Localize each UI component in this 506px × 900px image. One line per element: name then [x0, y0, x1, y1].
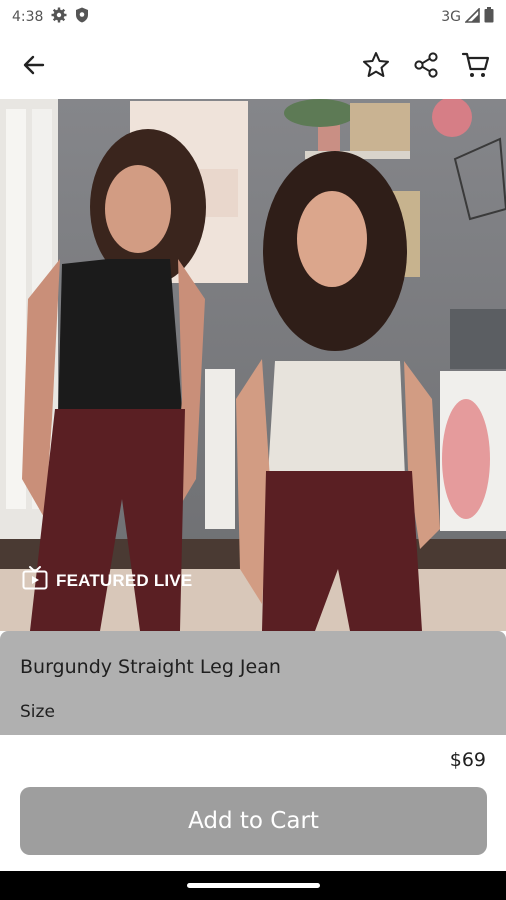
featured-live-label: FEATURED LIVE	[56, 570, 193, 590]
featured-live-badge: FEATURED LIVE	[22, 566, 192, 595]
battery-icon	[484, 7, 494, 27]
signal-icon	[464, 6, 480, 27]
status-bar: 4:38 3G	[0, 0, 506, 34]
product-info-panel: Burgundy Straight Leg Jean Size	[0, 631, 506, 735]
shield-icon	[75, 7, 89, 27]
product-title: Burgundy Straight Leg Jean	[20, 656, 281, 678]
status-time: 4:38	[12, 9, 44, 25]
network-type: 3G	[441, 9, 461, 25]
video-frame	[0, 99, 506, 631]
live-video-player[interactable]	[0, 99, 506, 631]
back-arrow-icon[interactable]	[18, 49, 50, 81]
gear-icon	[51, 7, 67, 27]
share-icon[interactable]	[410, 49, 442, 81]
star-icon[interactable]	[360, 49, 392, 81]
home-gesture-pill[interactable]	[187, 883, 320, 888]
tv-icon	[22, 566, 48, 595]
product-price: $69	[449, 749, 486, 771]
app-bar	[0, 34, 506, 96]
status-right: 3G	[441, 6, 494, 27]
size-label: Size	[20, 702, 55, 722]
add-to-cart-button[interactable]: Add to Cart	[20, 787, 487, 855]
app-bar-actions	[360, 49, 492, 81]
status-left: 4:38	[12, 7, 89, 27]
cart-icon[interactable]	[460, 49, 492, 81]
